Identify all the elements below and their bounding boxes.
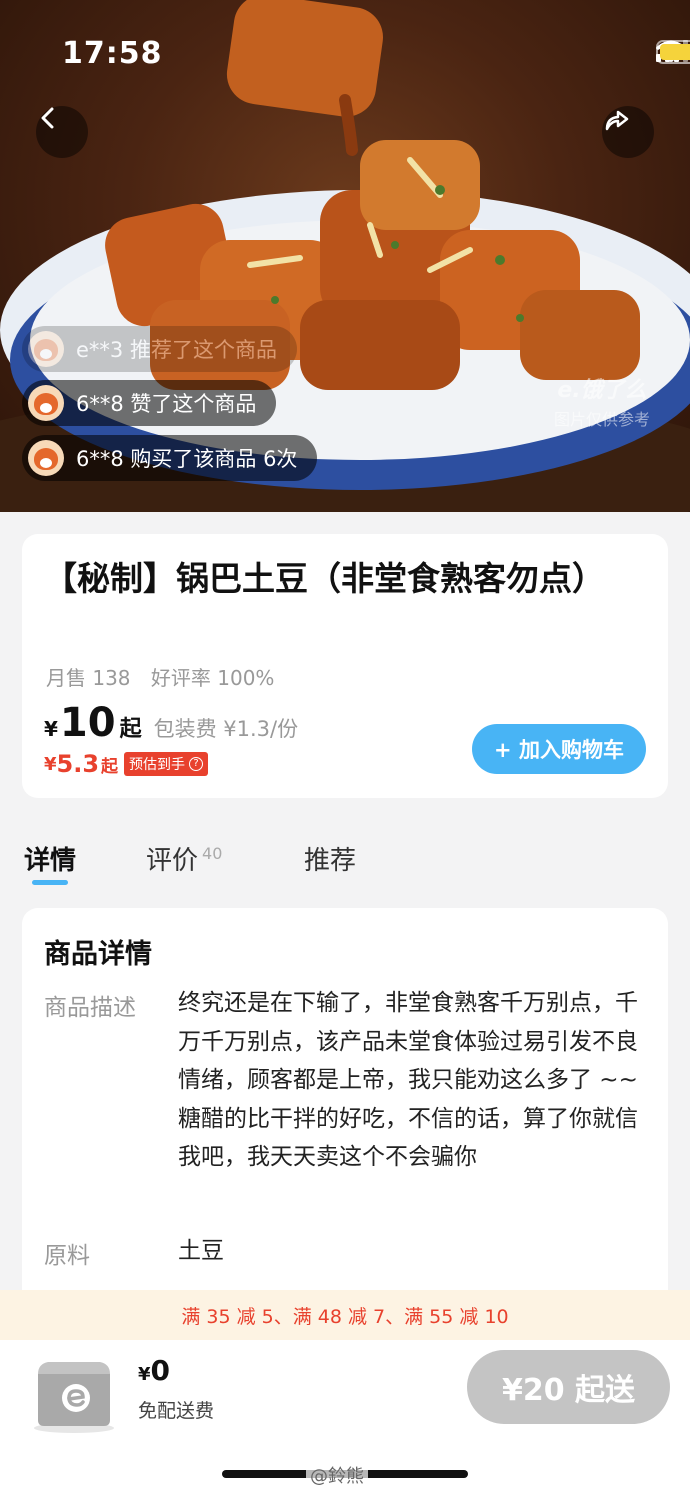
share-button[interactable] (602, 106, 654, 158)
help-icon: ? (189, 757, 204, 771)
tab-details[interactable]: 详情 (24, 840, 76, 877)
activity-text: 6**8 赞了这个商品 (76, 392, 257, 416)
add-to-cart-button[interactable]: + 加入购物车 (472, 724, 646, 774)
watermark-note: 图片仅供参考 (554, 410, 651, 429)
tab-reviews[interactable]: 评价 40 (146, 840, 222, 877)
shopping-bag-icon[interactable] (32, 1350, 116, 1434)
price-row: ¥ 10 起 包装费 ¥1.3/份 (44, 700, 298, 746)
fee-currency: ¥ (138, 1364, 151, 1385)
activity-feed-item: 6**8 赞了这个商品 (22, 380, 277, 426)
product-info-card: 【秘制】锅巴土豆（非堂食熟客勿点） 月售 138 好评率 100% ¥ 10 起… (22, 534, 668, 798)
details-heading: 商品详情 (44, 939, 152, 970)
review-count: 40 (202, 844, 223, 864)
delivery-fee-amount: ¥ 0 (138, 1354, 170, 1387)
avatar (28, 331, 64, 367)
avatar (28, 385, 64, 421)
share-arrow-icon (605, 110, 629, 131)
tab-label: 详情 (24, 846, 77, 876)
checkout-bar: ¥ 0 免配送费 ¥20 起送 @鈴熊 (0, 1340, 690, 1494)
price-value: 10 (59, 700, 116, 746)
discount-promo-strip[interactable]: 满 35 减 5、满 48 减 7、满 55 减 10 (0, 1290, 690, 1340)
est-badge-label: 预估到手 (129, 757, 186, 773)
image-watermark: e.饿了么 图片仅供参考 (554, 372, 650, 430)
chevron-left-icon (41, 107, 54, 129)
product-details-card: 商品详情 商品描述 终究还是在下输了，非堂食熟客千万别点，千万千万别点，该产品未… (22, 908, 668, 1328)
product-hero-image: 17:58 e.饿了么 图片仅供参考 e**3 推荐了这个商品 6**8 赞了这… (0, 0, 690, 512)
est-price-suffix: 起 (101, 756, 119, 777)
ingredients-label: 原料 (44, 1243, 90, 1269)
free-delivery-label: 免配送费 (138, 1400, 215, 1422)
detail-tabs: 详情 评价 40 推荐 (0, 832, 690, 892)
tab-label: 评价 (146, 846, 199, 876)
minimum-order-button[interactable]: ¥20 起送 (467, 1350, 670, 1424)
price-suffix: 起 (119, 717, 142, 742)
est-currency: ¥ (44, 753, 57, 775)
price-currency: ¥ (44, 717, 58, 741)
fee-value: 0 (150, 1354, 171, 1387)
avatar (28, 440, 64, 476)
active-tab-indicator (32, 880, 68, 885)
tab-label: 推荐 (304, 846, 357, 876)
sales-info: 月售 138 好评率 100% (46, 662, 288, 691)
watermark-brand: e.饿了么 (557, 378, 647, 403)
description-label: 商品描述 (44, 995, 136, 1021)
tab-recommend[interactable]: 推荐 (304, 840, 356, 877)
status-time: 17:58 (62, 36, 163, 71)
activity-feed-item: 6**8 购买了该商品 6次 (22, 435, 318, 481)
packaging-fee: 包装费 ¥1.3/份 (153, 717, 299, 741)
estimated-price-row: ¥ 5.3 起 预估到手 ? (44, 750, 209, 778)
ingredients-value: 土豆 (178, 1238, 224, 1264)
activity-feed-item: e**3 推荐了这个商品 (22, 326, 297, 372)
product-title: 【秘制】锅巴土豆（非堂食熟客勿点） (44, 559, 605, 598)
back-button[interactable] (36, 106, 88, 158)
est-price-value: 5.3 (56, 750, 100, 778)
estimated-badge[interactable]: 预估到手 ? (124, 752, 209, 776)
battery-icon (656, 40, 690, 64)
activity-text: e**3 推荐了这个商品 (76, 338, 277, 362)
monthly-sales: 月售 138 (46, 666, 131, 690)
description-value: 终究还是在下输了，非堂食熟客千万别点，千万千万别点，该产品未堂食体验过易引发不良… (178, 990, 638, 1170)
activity-text: 6**8 购买了该商品 6次 (76, 447, 298, 471)
weibo-watermark: @鈴熊 (306, 1462, 368, 1488)
positive-rating: 好评率 100% (150, 666, 275, 690)
